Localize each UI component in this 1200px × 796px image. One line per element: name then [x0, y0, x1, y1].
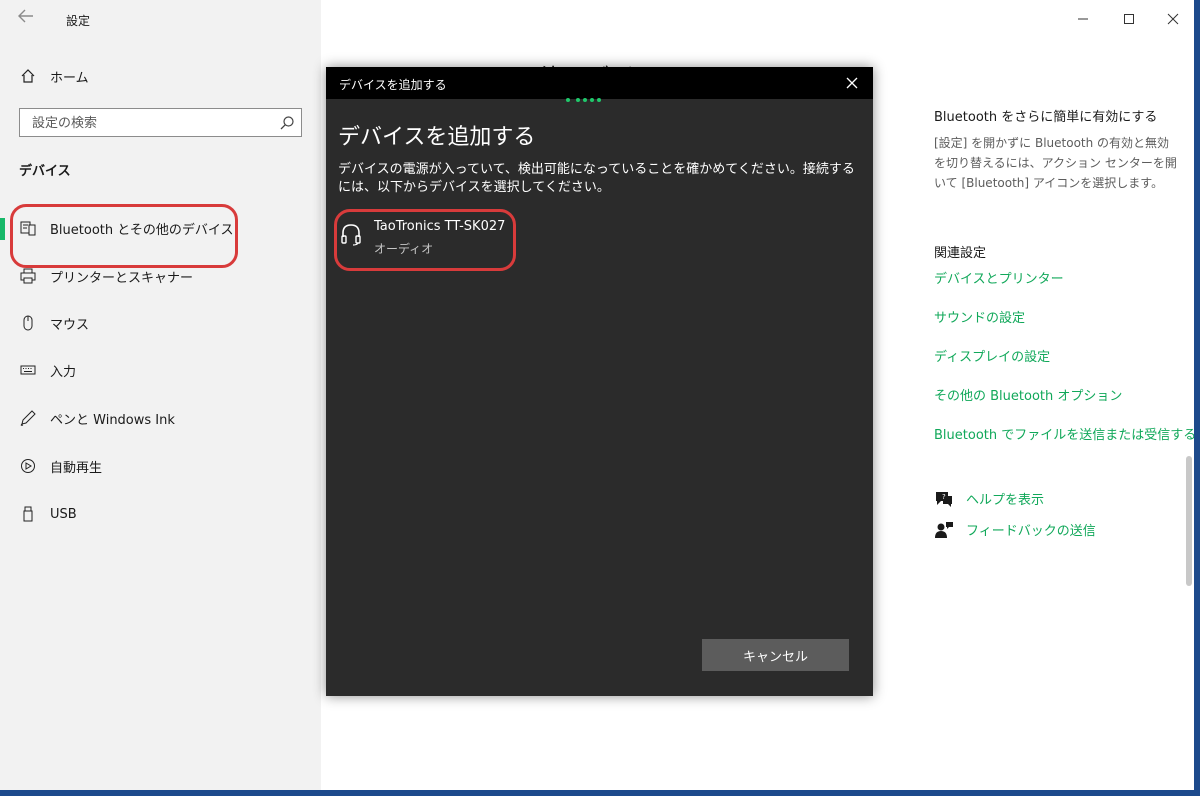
help-chat-icon: ? — [936, 491, 952, 507]
tip-body: [設定] を開かずに Bluetooth の有効と無効を切り替えるには、アクショ… — [934, 136, 1177, 190]
related-settings-heading: 関連設定 — [934, 246, 987, 261]
sidebar-item-label: 入力 — [50, 364, 77, 380]
tip-title: Bluetooth をさらに簡単に有効にする — [934, 110, 1158, 125]
dialog-heading: デバイスを追加する — [338, 125, 536, 150]
sidebar-item-label: マウス — [50, 317, 90, 333]
dialog-description: デバイスの電源が入っていて、検出可能になっていることを確かめてください。接続する… — [338, 162, 855, 195]
minimize-icon — [1078, 18, 1088, 20]
dialog-close-icon[interactable] — [843, 74, 861, 92]
link-bluetooth-file-transfer[interactable]: Bluetooth でファイルを送信または受信する — [934, 424, 1194, 443]
sidebar: 設定 ホーム デバイス Bluetooth とその他のデバイス — [0, 0, 321, 790]
app-title: 設定 — [66, 14, 91, 28]
maximize-button[interactable] — [1114, 6, 1144, 32]
pen-icon — [19, 409, 37, 427]
sidebar-item-input[interactable]: 入力 — [0, 353, 321, 387]
progress-dots — [566, 98, 610, 102]
dialog-titlebar-text: デバイスを追加する — [339, 78, 447, 92]
feedback-link[interactable]: フィードバックの送信 — [934, 520, 1096, 539]
close-button[interactable] — [1158, 6, 1188, 32]
close-icon — [1167, 13, 1179, 25]
sidebar-item-home[interactable]: ホーム — [0, 59, 321, 93]
printer-icon — [19, 267, 37, 285]
keyboard-icon — [19, 361, 37, 379]
search-field[interactable] — [19, 108, 302, 137]
search-input[interactable] — [30, 113, 274, 134]
search-icon[interactable] — [279, 115, 295, 131]
svg-text:?: ? — [942, 493, 946, 501]
home-icon — [19, 67, 37, 85]
mouse-icon — [19, 314, 37, 332]
usb-icon — [19, 505, 37, 523]
sidebar-item-autoplay[interactable]: 自動再生 — [0, 449, 321, 483]
link-more-bluetooth-options[interactable]: その他の Bluetooth オプション — [934, 385, 1122, 404]
sidebar-item-label: USB — [50, 506, 77, 522]
link-devices-printers[interactable]: デバイスとプリンター — [934, 268, 1064, 287]
sidebar-item-printers[interactable]: プリンターとスキャナー — [0, 259, 321, 293]
feedback-icon — [935, 521, 953, 538]
back-button[interactable] — [18, 8, 42, 30]
sidebar-item-label: ペンと Windows Ink — [50, 412, 175, 428]
feedback-label: フィードバックの送信 — [966, 524, 1096, 539]
dialog-titlebar: デバイスを追加する — [326, 67, 873, 99]
link-display-settings[interactable]: ディスプレイの設定 — [934, 346, 1050, 365]
add-device-dialog: デバイスを追加する デバイスを追加する デバイスの電源が入っていて、検出可能にな… — [326, 67, 873, 696]
link-sound-settings[interactable]: サウンドの設定 — [934, 307, 1025, 326]
sidebar-item-label: 自動再生 — [50, 460, 103, 476]
section-heading: デバイス — [19, 164, 71, 179]
help-label: ヘルプを表示 — [966, 493, 1045, 508]
annotation-circle — [334, 209, 516, 271]
help-link[interactable]: ? ヘルプを表示 — [934, 489, 1044, 508]
sidebar-item-pen[interactable]: ペンと Windows Ink — [0, 401, 321, 435]
back-arrow-icon — [18, 9, 33, 23]
cancel-button[interactable]: キャンセル — [702, 639, 849, 671]
sidebar-item-label: プリンターとスキャナー — [50, 270, 194, 286]
minimize-button[interactable] — [1068, 6, 1098, 32]
sidebar-item-usb[interactable]: USB — [0, 497, 321, 531]
sidebar-item-mouse[interactable]: マウス — [0, 306, 321, 340]
sidebar-item-label: ホーム — [50, 70, 89, 86]
scrollbar[interactable] — [1186, 456, 1192, 586]
settings-window: 設定 ホーム デバイス Bluetooth とその他のデバイス — [0, 0, 1194, 790]
maximize-icon — [1124, 14, 1134, 24]
autoplay-icon — [19, 457, 37, 475]
